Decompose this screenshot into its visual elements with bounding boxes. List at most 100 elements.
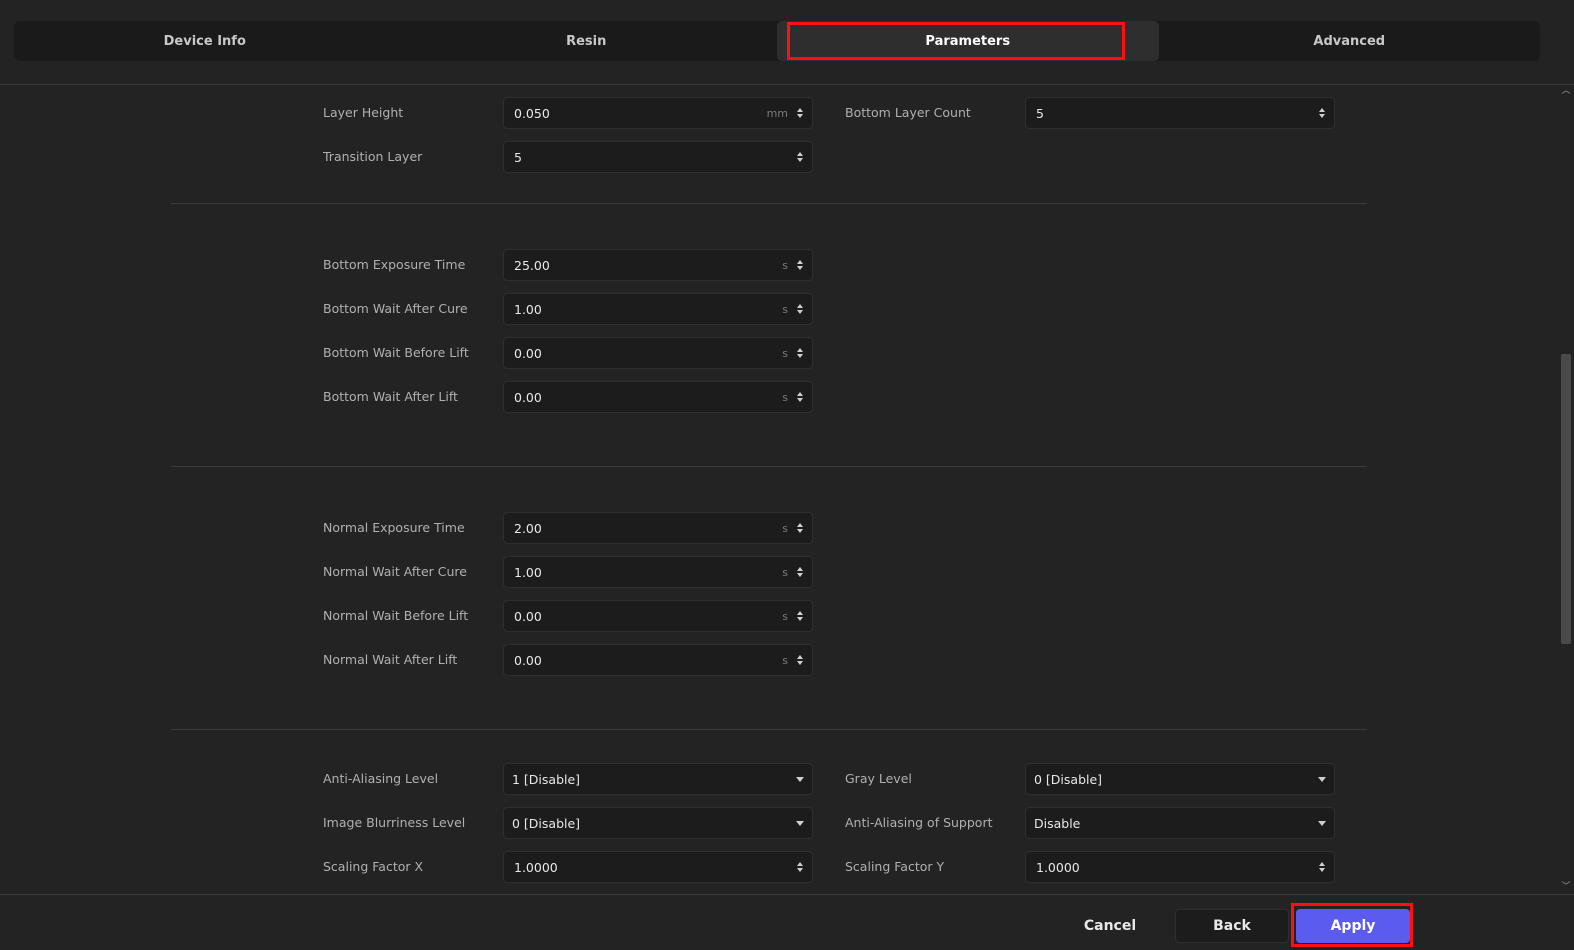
- parameters-panel: Layer Height 0.050 mm Bottom Layer Count…: [0, 86, 1574, 894]
- layer-height-input[interactable]: 0.050 mm: [503, 97, 813, 129]
- transition-layer-label: Transition Layer: [323, 149, 423, 164]
- spin-down-icon[interactable]: [797, 158, 803, 162]
- bottom-wait-before-lift-input[interactable]: 0.00 s: [503, 337, 813, 369]
- scaling-factor-y-label: Scaling Factor Y: [845, 859, 945, 874]
- bottom-wait-before-lift-label: Bottom Wait Before Lift: [323, 345, 469, 360]
- transition-layer-value: 5: [514, 149, 522, 165]
- normal-wait-before-lift-value: 0.00: [514, 608, 542, 624]
- section-divider: [171, 466, 1367, 467]
- chevron-down-icon[interactable]: [1318, 776, 1326, 782]
- normal-wait-before-lift-stepper[interactable]: [794, 611, 806, 621]
- transition-layer-stepper[interactable]: [794, 152, 806, 162]
- bottom-wait-after-cure-label: Bottom Wait After Cure: [323, 301, 468, 316]
- spin-up-icon[interactable]: [797, 260, 803, 264]
- footer-bar: Cancel Back Apply: [0, 894, 1574, 950]
- transition-layer-input[interactable]: 5: [503, 141, 813, 173]
- scaling-factor-y-input[interactable]: 1.0000: [1025, 851, 1335, 883]
- anti-aliasing-of-support-select[interactable]: Disable: [1025, 807, 1335, 839]
- normal-wait-after-lift-label: Normal Wait After Lift: [323, 652, 458, 667]
- spin-up-icon[interactable]: [797, 523, 803, 527]
- spin-down-icon[interactable]: [797, 617, 803, 621]
- bottom-wait-after-cure-stepper[interactable]: [794, 304, 806, 314]
- spin-down-icon[interactable]: [797, 266, 803, 270]
- spin-up-icon[interactable]: [797, 304, 803, 308]
- anti-aliasing-level-label: Anti-Aliasing Level: [323, 771, 439, 786]
- spin-down-icon[interactable]: [797, 868, 803, 872]
- spin-up-icon[interactable]: [797, 392, 803, 396]
- spin-up-icon[interactable]: [1319, 862, 1325, 866]
- bottom-wait-before-lift-unit: s: [782, 346, 788, 360]
- normal-wait-after-cure-label: Normal Wait After Cure: [323, 564, 467, 579]
- bottom-layer-count-label: Bottom Layer Count: [845, 105, 971, 120]
- normal-wait-after-cure-stepper[interactable]: [794, 567, 806, 577]
- anti-aliasing-of-support-value: Disable: [1034, 815, 1081, 831]
- spin-down-icon[interactable]: [797, 398, 803, 402]
- section-divider: [171, 203, 1367, 204]
- bottom-wait-before-lift-stepper[interactable]: [794, 348, 806, 358]
- tab-device-info[interactable]: Device Info: [14, 21, 396, 61]
- bottom-wait-before-lift-value: 0.00: [514, 345, 542, 361]
- bottom-wait-after-cure-input[interactable]: 1.00 s: [503, 293, 813, 325]
- spin-up-icon[interactable]: [797, 108, 803, 112]
- scaling-factor-x-input[interactable]: 1.0000: [503, 851, 813, 883]
- spin-down-icon[interactable]: [797, 661, 803, 665]
- bottom-exposure-time-unit: s: [782, 258, 788, 272]
- spin-up-icon[interactable]: [797, 611, 803, 615]
- normal-exposure-time-input[interactable]: 2.00 s: [503, 512, 813, 544]
- tab-parameters[interactable]: Parameters: [777, 21, 1159, 61]
- normal-wait-before-lift-label: Normal Wait Before Lift: [323, 608, 469, 623]
- scroll-down-icon[interactable]: ﹀: [1561, 882, 1571, 892]
- spin-up-icon[interactable]: [797, 567, 803, 571]
- layer-height-value: 0.050: [514, 105, 550, 121]
- scaling-factor-x-value: 1.0000: [514, 859, 558, 875]
- normal-exposure-time-stepper[interactable]: [794, 523, 806, 533]
- spin-up-icon[interactable]: [797, 348, 803, 352]
- chevron-down-icon[interactable]: [796, 776, 804, 782]
- tab-resin[interactable]: Resin: [396, 21, 778, 61]
- spin-up-icon[interactable]: [797, 655, 803, 659]
- cancel-button[interactable]: Cancel: [1053, 909, 1167, 943]
- gray-level-value: 0 [Disable]: [1034, 771, 1103, 787]
- vertical-scrollbar[interactable]: ︿ ﹀: [1558, 86, 1574, 894]
- apply-button[interactable]: Apply: [1291, 903, 1413, 947]
- spin-down-icon[interactable]: [797, 354, 803, 358]
- spin-up-icon[interactable]: [797, 152, 803, 156]
- spin-down-icon[interactable]: [797, 573, 803, 577]
- tab-advanced[interactable]: Advanced: [1159, 21, 1541, 61]
- bottom-layer-count-stepper[interactable]: [1316, 108, 1328, 118]
- spin-down-icon[interactable]: [797, 529, 803, 533]
- scaling-factor-x-stepper[interactable]: [794, 862, 806, 872]
- spin-down-icon[interactable]: [1319, 114, 1325, 118]
- layer-height-stepper[interactable]: [794, 108, 806, 118]
- normal-wait-after-lift-stepper[interactable]: [794, 655, 806, 665]
- normal-wait-before-lift-input[interactable]: 0.00 s: [503, 600, 813, 632]
- normal-wait-after-cure-input[interactable]: 1.00 s: [503, 556, 813, 588]
- bottom-layer-count-input[interactable]: 5: [1025, 97, 1335, 129]
- normal-exposure-time-unit: s: [782, 521, 788, 535]
- normal-wait-after-lift-input[interactable]: 0.00 s: [503, 644, 813, 676]
- spin-down-icon[interactable]: [797, 114, 803, 118]
- anti-aliasing-level-select[interactable]: 1 [Disable]: [503, 763, 813, 795]
- bottom-exposure-time-value: 25.00: [514, 257, 550, 273]
- scaling-factor-y-stepper[interactable]: [1316, 862, 1328, 872]
- tab-bar: Device Info Resin Parameters Advanced: [14, 21, 1540, 61]
- gray-level-select[interactable]: 0 [Disable]: [1025, 763, 1335, 795]
- bottom-wait-after-lift-label: Bottom Wait After Lift: [323, 389, 458, 404]
- scroll-up-icon[interactable]: ︿: [1561, 86, 1571, 96]
- chevron-down-icon[interactable]: [1318, 820, 1326, 826]
- bottom-wait-after-lift-stepper[interactable]: [794, 392, 806, 402]
- bottom-exposure-time-stepper[interactable]: [794, 260, 806, 270]
- spin-down-icon[interactable]: [1319, 868, 1325, 872]
- spin-up-icon[interactable]: [797, 862, 803, 866]
- bottom-wait-after-cure-value: 1.00: [514, 301, 542, 317]
- spin-up-icon[interactable]: [1319, 108, 1325, 112]
- chevron-down-icon[interactable]: [796, 820, 804, 826]
- image-blurriness-level-label: Image Blurriness Level: [323, 815, 466, 830]
- spin-down-icon[interactable]: [797, 310, 803, 314]
- bottom-wait-after-lift-input[interactable]: 0.00 s: [503, 381, 813, 413]
- image-blurriness-level-select[interactable]: 0 [Disable]: [503, 807, 813, 839]
- scrollbar-thumb[interactable]: [1561, 354, 1571, 644]
- normal-wait-after-lift-value: 0.00: [514, 652, 542, 668]
- bottom-exposure-time-input[interactable]: 25.00 s: [503, 249, 813, 281]
- back-button[interactable]: Back: [1175, 909, 1289, 943]
